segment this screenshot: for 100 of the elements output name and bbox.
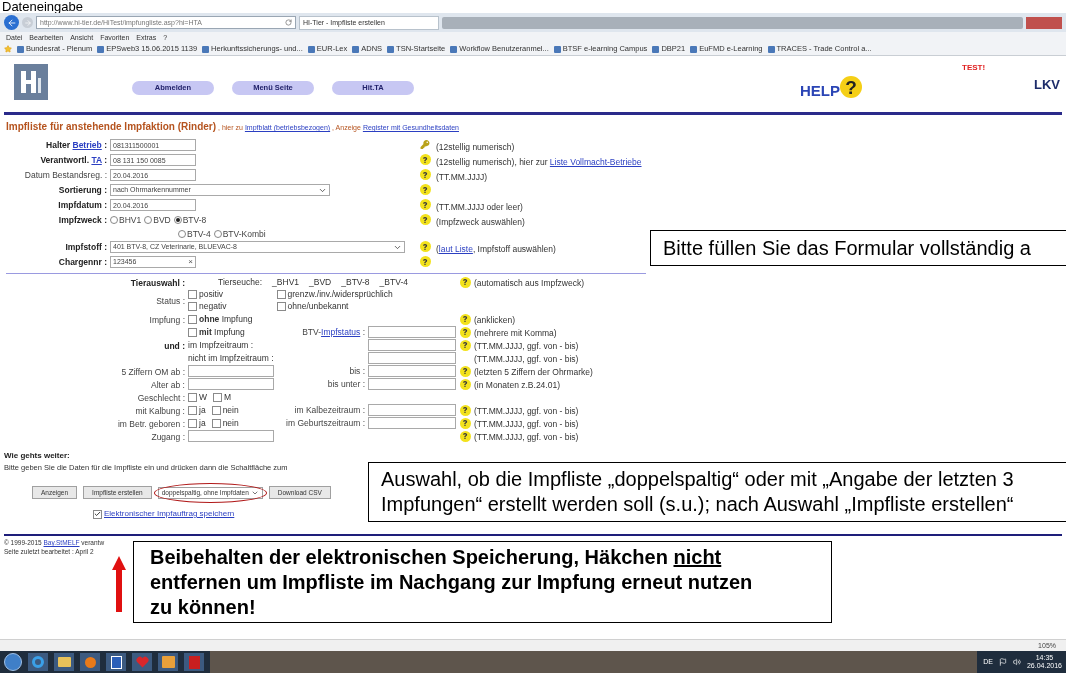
- help-icon[interactable]: [459, 430, 471, 442]
- checkbox-label: positiv: [199, 288, 224, 300]
- help-icon[interactable]: [419, 214, 431, 225]
- refresh-icon[interactable]: [285, 19, 292, 26]
- checkbox[interactable]: [188, 418, 197, 428]
- help-icon[interactable]: [459, 313, 471, 325]
- input-field[interactable]: [188, 378, 274, 390]
- link[interactable]: Impfstatus: [321, 327, 361, 337]
- input-field[interactable]: [368, 378, 456, 390]
- document-icon[interactable]: [106, 653, 126, 671]
- checkbox[interactable]: [188, 405, 197, 415]
- help-icon[interactable]: [419, 184, 431, 195]
- checkbox[interactable]: [276, 289, 286, 299]
- checkbox[interactable]: [188, 314, 197, 324]
- field-label: Status :: [156, 296, 185, 306]
- favorites-star-icon[interactable]: [4, 45, 12, 53]
- site-icon: [450, 45, 458, 53]
- disease-label: _BVD: [309, 276, 332, 288]
- input-field[interactable]: [368, 352, 456, 364]
- link[interactable]: Elektronischer Impfauftrag speichern: [104, 508, 235, 520]
- radio-label: BVD: [153, 214, 171, 226]
- hint-text: (12stellig numerisch), hier zur Liste Vollmacht-Betriebe: [436, 157, 642, 167]
- radio-button[interactable]: [173, 216, 182, 224]
- checkbox-label: W: [199, 391, 208, 403]
- slide-title: Dateneingabe: [2, 0, 83, 13]
- help-icon[interactable]: [419, 169, 431, 180]
- site-icon: [652, 45, 660, 53]
- checkbox-label: ohne Impfung: [199, 313, 253, 325]
- hint-text: (anklicken): [474, 315, 516, 325]
- hint-text: (TT.MM.JJJJ, ggf. von - bis): [474, 406, 579, 416]
- start-button[interactable]: [4, 653, 22, 671]
- callout-text: Auswahl, ob die Impfliste „doppelspaltig“ oder mit „Angabe der letzten 3 Impfungen“ erstellt werden soll (s.u.); nach Auswahl „Impfliste erstellen“: [381, 467, 1015, 517]
- input-field[interactable]: [188, 430, 274, 442]
- hint-text: (12stellig numerisch): [436, 142, 515, 152]
- radio-button[interactable]: [144, 216, 153, 224]
- checkbox[interactable]: [188, 392, 197, 402]
- checkbox[interactable]: [276, 301, 286, 311]
- folder-icon[interactable]: [54, 653, 74, 671]
- checkbox[interactable]: [213, 392, 223, 402]
- help-icon[interactable]: [459, 326, 471, 338]
- radio-button[interactable]: [178, 230, 186, 238]
- field-label: bis unter :: [326, 378, 365, 390]
- input-field[interactable]: [368, 365, 456, 377]
- link[interactable]: Betrieb: [72, 140, 102, 150]
- field-label: im Geburtszeitraum :: [285, 417, 365, 429]
- site-icon: [387, 45, 395, 53]
- checkbox-label: ohne/unbekannt: [287, 300, 349, 312]
- field-label: Chargennr :: [57, 256, 107, 268]
- help-icon[interactable]: [459, 276, 471, 288]
- hint-text: (automatisch aus Impfzweck): [474, 278, 585, 288]
- help-icon[interactable]: [419, 241, 431, 252]
- hint-text: (letzten 5 Ziffern der Ohrmarke): [474, 367, 593, 377]
- input-field[interactable]: [368, 326, 456, 338]
- input-field[interactable]: [368, 404, 456, 416]
- help-logo[interactable]: HELP?: [800, 76, 862, 98]
- radio-button[interactable]: [110, 216, 118, 224]
- link[interactable]: Liste Vollmacht-Betriebe: [549, 157, 642, 167]
- flag-icon[interactable]: [998, 658, 1007, 666]
- callout-text: Beibehalten der elektronischen Speicherung, Häkchen nicht entfernen um Impfliste im Nachgang zur Impfung erneut nutzen zu können!: [150, 544, 754, 620]
- site-icon: [97, 45, 105, 53]
- checkbox[interactable]: [211, 418, 221, 428]
- field-label: bis :: [348, 365, 365, 377]
- checkbox[interactable]: [211, 405, 221, 415]
- input-field[interactable]: [188, 365, 274, 377]
- input-field[interactable]: [368, 339, 456, 351]
- volume-icon[interactable]: [1012, 658, 1021, 666]
- site-icon: [307, 45, 315, 53]
- help-icon[interactable]: [459, 339, 471, 351]
- help-icon[interactable]: [419, 199, 431, 210]
- help-icon[interactable]: [419, 154, 431, 165]
- checkbox-label: ja: [199, 417, 206, 429]
- hint-text: (TT.MM.JJJJ): [436, 172, 487, 182]
- checkbox[interactable]: [188, 301, 197, 311]
- radio-button[interactable]: [213, 230, 222, 238]
- help-icon[interactable]: [459, 417, 471, 429]
- checkbox[interactable]: [93, 509, 102, 519]
- site-icon: [202, 45, 210, 53]
- input-field[interactable]: [368, 417, 456, 429]
- field-label: im Kalbezeitraum :: [293, 404, 365, 416]
- radio-label: BTV-Kombi: [222, 228, 266, 240]
- help-icon[interactable]: [459, 378, 471, 390]
- checkbox[interactable]: [188, 327, 197, 337]
- field-label: Sortierung :: [57, 184, 107, 196]
- link[interactable]: TA: [91, 155, 102, 165]
- help-icon[interactable]: [459, 404, 471, 416]
- help-icon[interactable]: [419, 256, 431, 267]
- arrow-right-icon: [23, 18, 32, 27]
- site-icon: [767, 45, 775, 53]
- help-icon[interactable]: [459, 365, 471, 377]
- section-heading: Wie gehts weiter:: [4, 450, 70, 462]
- disease-label: _BTV-8: [341, 276, 370, 288]
- checkbox-label: mit Impfung: [199, 326, 245, 338]
- field-label: Zugang :: [151, 432, 185, 442]
- checkbox[interactable]: [188, 289, 197, 299]
- hint-text: (mehrere mit Komma): [474, 328, 557, 338]
- field-label: Tierauswahl :: [130, 278, 185, 288]
- field-label: mit Kalbung :: [135, 406, 185, 416]
- callout-text: Bitte füllen Sie das Formular vollständig a: [663, 235, 1031, 261]
- back-button[interactable]: [4, 15, 19, 30]
- field-label: Verantwortl. TA :: [39, 154, 107, 166]
